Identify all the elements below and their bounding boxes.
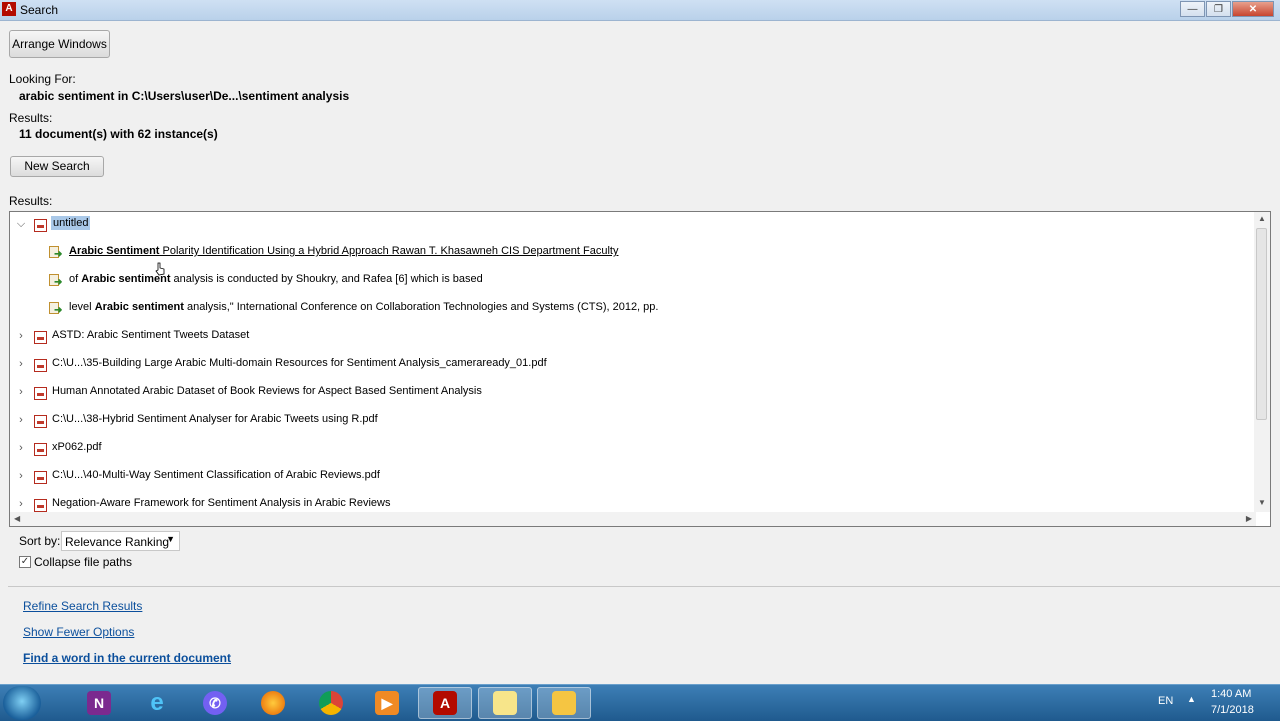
new-search-button[interactable]: New Search: [10, 156, 104, 177]
show-fewer-options-link[interactable]: Show Fewer Options: [23, 625, 134, 639]
sort-by-value: Relevance Ranking: [65, 535, 170, 549]
chrome-icon: [319, 691, 343, 715]
window-title: Search: [20, 3, 59, 17]
clock-date[interactable]: 7/1/2018: [1211, 704, 1254, 716]
tree-document-title: C:\U...\40-Multi-Way Sentiment Classific…: [52, 469, 380, 481]
divider: [8, 586, 1280, 587]
tree-document[interactable]: › C:\U...\40-Multi-Way Sentiment Classif…: [10, 466, 1250, 486]
scroll-up-icon[interactable]: ▲: [1258, 214, 1266, 223]
chevron-right-icon[interactable]: ›: [16, 358, 26, 370]
search-hit[interactable]: ➜ level Arabic sentiment analysis," Inte…: [10, 298, 1250, 318]
pdf-icon: [34, 443, 47, 456]
scroll-down-icon[interactable]: ▼: [1258, 498, 1266, 507]
search-hit-icon: ➜: [49, 302, 64, 316]
results-label: Results:: [9, 111, 53, 125]
acrobat-app-icon: A: [2, 2, 16, 16]
chevron-right-icon[interactable]: ›: [16, 470, 26, 482]
tree-document-title: C:\U...\38-Hybrid Sentiment Analyser for…: [52, 413, 378, 425]
scroll-left-icon[interactable]: ◀: [14, 514, 20, 523]
tree-document[interactable]: › Negation-Aware Framework for Sentiment…: [10, 494, 1250, 514]
maximize-button[interactable]: ❐: [1206, 1, 1231, 17]
search-hit[interactable]: ➜ of Arabic sentiment analysis is conduc…: [10, 270, 1250, 290]
close-button[interactable]: ✕: [1232, 1, 1274, 17]
tree-document[interactable]: › Human Annotated Arabic Dataset of Book…: [10, 382, 1250, 402]
chevron-right-icon[interactable]: ›: [16, 386, 26, 398]
tree-document-title: untitled: [51, 216, 91, 230]
hit-text: level Arabic sentiment analysis," Intern…: [69, 301, 659, 313]
chevron-right-icon[interactable]: ›: [16, 330, 26, 342]
tree-document-title: ASTD: Arabic Sentiment Tweets Dataset: [52, 329, 250, 341]
title-bar: A Search — ❐ ✕: [0, 0, 1280, 21]
search-hit-icon: ➜: [49, 246, 64, 260]
tree-document-title: C:\U...\35-Building Large Arabic Multi-d…: [52, 357, 547, 369]
hand-cursor-icon: [155, 262, 165, 276]
taskbar-media-player[interactable]: ▶: [360, 687, 414, 719]
pdf-icon: [34, 331, 47, 344]
media-player-icon: ▶: [375, 691, 399, 715]
find-word-link[interactable]: Find a word in the current document: [23, 651, 231, 665]
sticky-notes-icon: [493, 691, 517, 715]
collapse-paths-label: Collapse file paths: [34, 555, 133, 569]
horizontal-scrollbar[interactable]: ◀ ▶: [10, 512, 1256, 526]
language-indicator[interactable]: EN: [1158, 695, 1173, 707]
taskbar-ie[interactable]: e: [130, 687, 184, 719]
hit-text: of Arabic sentiment analysis is conducte…: [69, 273, 483, 285]
chevron-right-icon[interactable]: ›: [16, 414, 26, 426]
sort-by-label: Sort by:: [19, 534, 61, 548]
hit-text: Arabic Sentiment Polarity Identification…: [69, 245, 619, 257]
minimize-button[interactable]: —: [1180, 1, 1205, 17]
chevron-down-icon[interactable]: ⌵: [16, 218, 26, 231]
taskbar-acrobat[interactable]: A: [418, 687, 472, 719]
tree-document[interactable]: › C:\U...\38-Hybrid Sentiment Analyser f…: [10, 410, 1250, 430]
taskbar-chrome[interactable]: [304, 687, 358, 719]
pdf-icon: [34, 359, 47, 372]
pdf-icon: [34, 219, 47, 232]
scroll-right-icon[interactable]: ▶: [1246, 514, 1252, 523]
onenote-icon: N: [87, 691, 111, 715]
chevron-right-icon[interactable]: ›: [16, 498, 26, 510]
tree-document[interactable]: › ASTD: Arabic Sentiment Tweets Dataset: [10, 326, 1250, 346]
start-button[interactable]: [3, 686, 41, 720]
pdf-icon: [34, 415, 47, 428]
tree-document[interactable]: › C:\U...\35-Building Large Arabic Multi…: [10, 354, 1250, 374]
tree-document-expanded[interactable]: ⌵ untitled: [10, 215, 1250, 235]
file-explorer-icon: [552, 691, 576, 715]
pdf-icon: [34, 471, 47, 484]
tree-document-title: xP062.pdf: [52, 441, 102, 453]
results-count: 11 document(s) with 62 instance(s): [19, 127, 218, 141]
looking-for-label: Looking For:: [9, 72, 76, 86]
results-tree[interactable]: ⌵ untitled ➜ Arabic Sentiment Polarity I…: [9, 211, 1271, 527]
tree-document-title: Negation-Aware Framework for Sentiment A…: [52, 497, 391, 509]
chevron-right-icon[interactable]: ›: [16, 442, 26, 454]
taskbar-onenote[interactable]: N: [72, 687, 126, 719]
collapse-paths-checkbox[interactable]: ✓: [19, 556, 31, 568]
refine-search-link[interactable]: Refine Search Results: [23, 599, 142, 613]
search-query: arabic sentiment in C:\Users\user\De...\…: [19, 89, 350, 103]
firefox-icon: [261, 691, 285, 715]
window-controls: — ❐ ✕: [1179, 1, 1274, 17]
show-hidden-icons-icon[interactable]: ▲: [1187, 694, 1196, 704]
search-hit[interactable]: ➜ Arabic Sentiment Polarity Identificati…: [10, 242, 1250, 262]
pdf-icon: [34, 387, 47, 400]
sort-by-select[interactable]: Relevance Ranking ▼: [61, 531, 180, 551]
acrobat-icon: A: [433, 691, 457, 715]
taskbar-viber[interactable]: ✆: [188, 687, 242, 719]
tree-document-title: Human Annotated Arabic Dataset of Book R…: [52, 385, 482, 397]
internet-explorer-icon: e: [150, 689, 164, 716]
taskbar-sticky-notes[interactable]: [478, 687, 532, 719]
taskbar-file-explorer[interactable]: [537, 687, 591, 719]
search-hit-icon: ➜: [49, 274, 64, 288]
taskbar-firefox[interactable]: [246, 687, 300, 719]
clock-time[interactable]: 1:40 AM: [1211, 688, 1251, 700]
vertical-scroll-thumb[interactable]: [1256, 228, 1267, 420]
taskbar: N e ✆ ▶ A EN ▲ 1:40 AM 7/1/2018: [0, 684, 1280, 721]
results-tree-label: Results:: [9, 194, 53, 208]
viber-icon: ✆: [203, 691, 227, 715]
dropdown-arrow-icon: ▼: [166, 534, 175, 544]
pdf-icon: [34, 499, 47, 512]
tree-document[interactable]: › xP062.pdf: [10, 438, 1250, 458]
arrange-windows-button[interactable]: Arrange Windows: [9, 30, 110, 58]
vertical-scrollbar[interactable]: ▲ ▼: [1254, 212, 1270, 512]
